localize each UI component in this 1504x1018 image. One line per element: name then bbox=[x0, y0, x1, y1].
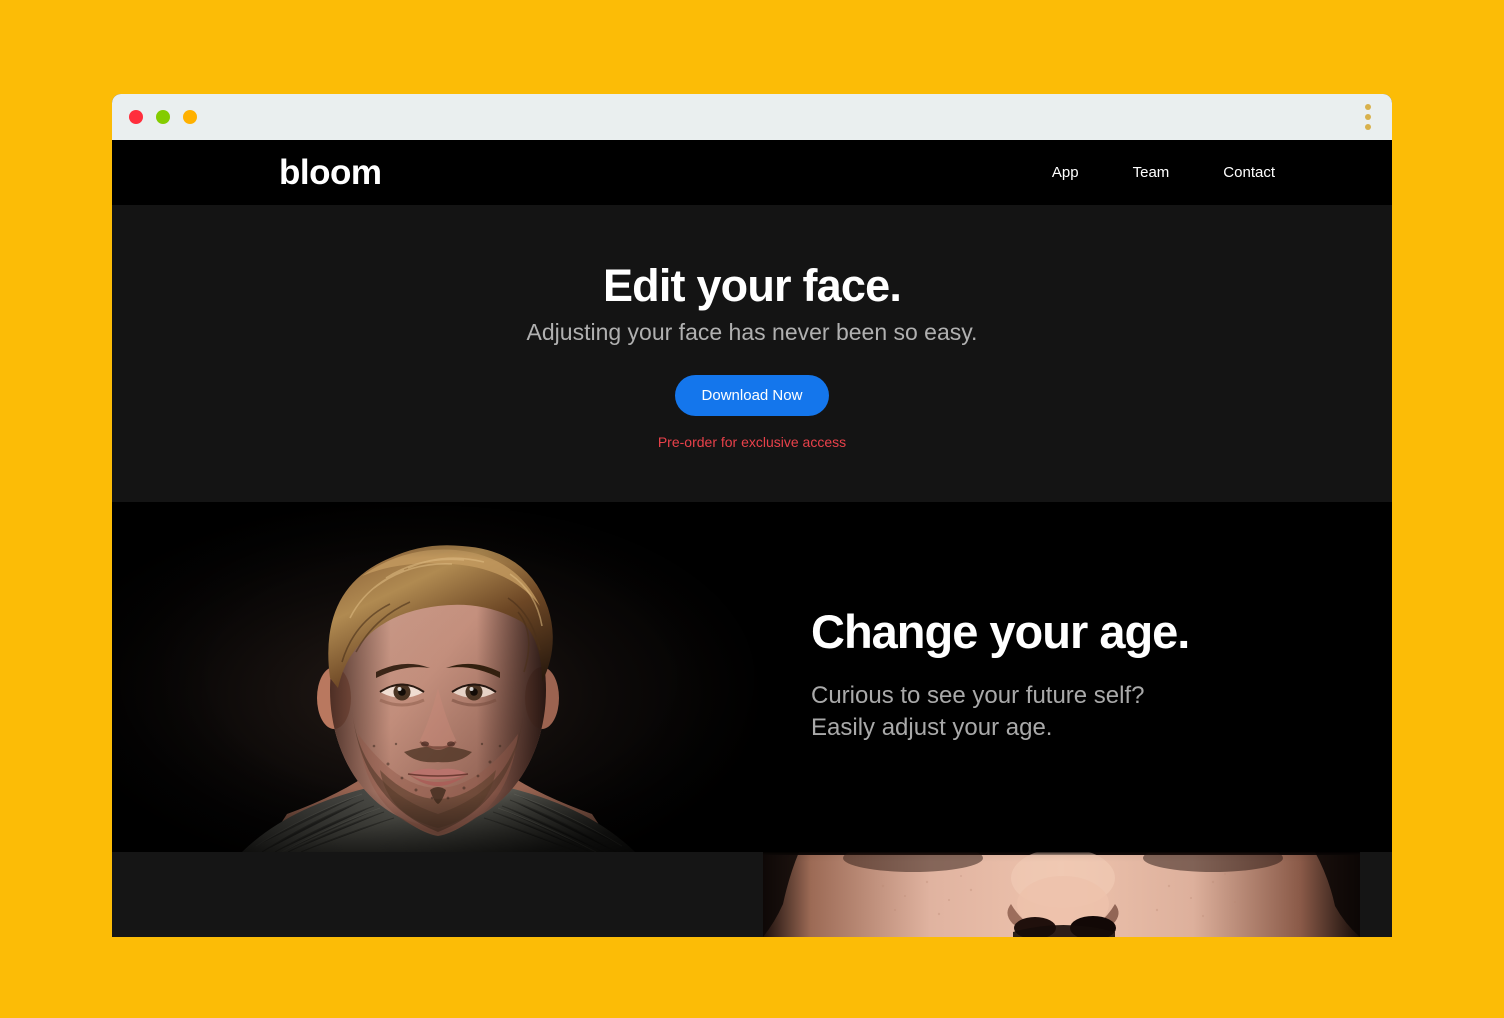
kebab-dot-1 bbox=[1365, 104, 1371, 110]
closeup-photo bbox=[763, 852, 1360, 937]
kebab-dot-2 bbox=[1365, 114, 1371, 120]
nav-link-team[interactable]: Team bbox=[1133, 164, 1170, 181]
nav-link-contact[interactable]: Contact bbox=[1223, 164, 1275, 181]
bottom-strip-section bbox=[112, 852, 1392, 937]
change-age-subtitle: Curious to see your future self? Easily … bbox=[811, 682, 1145, 741]
window-controls bbox=[129, 110, 197, 124]
brand-logo[interactable]: bloom bbox=[279, 155, 382, 190]
nav-link-app[interactable]: App bbox=[1052, 164, 1079, 181]
browser-window: bloom App Team Contact Edit your face. A… bbox=[112, 94, 1392, 937]
kebab-menu-icon[interactable] bbox=[1365, 104, 1371, 130]
site-navigation-bar: bloom App Team Contact bbox=[112, 140, 1392, 205]
nav-links: App Team Contact bbox=[1052, 164, 1275, 181]
change-age-section: Change your age. Curious to see your fut… bbox=[112, 502, 1392, 852]
minimize-window-button[interactable] bbox=[156, 110, 170, 124]
change-age-title: Change your age. bbox=[811, 605, 1190, 658]
hero-title: Edit your face. bbox=[602, 260, 902, 311]
kebab-dot-3 bbox=[1365, 124, 1371, 130]
portrait-photo bbox=[112, 502, 762, 852]
download-now-button[interactable]: Download Now bbox=[674, 375, 830, 417]
hero-subtitle: Adjusting your face has never been so ea… bbox=[526, 319, 978, 346]
preorder-note[interactable]: Pre-order for exclusive access bbox=[658, 434, 846, 450]
browser-titlebar bbox=[112, 94, 1392, 140]
maximize-window-button[interactable] bbox=[183, 110, 197, 124]
change-age-copy: Change your age. Curious to see your fut… bbox=[811, 607, 1331, 743]
close-window-button[interactable] bbox=[129, 110, 143, 124]
hero-section: Edit your face. Adjusting your face has … bbox=[112, 205, 1392, 502]
